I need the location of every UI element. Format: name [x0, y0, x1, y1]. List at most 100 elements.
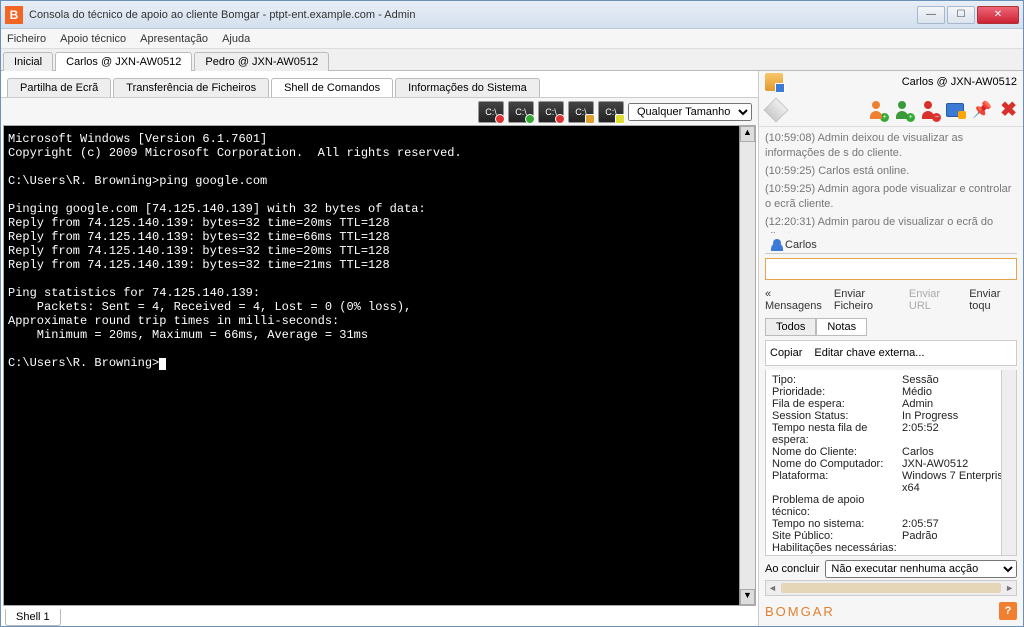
detail-key: Session Status: [772, 410, 902, 422]
detail-value: Padrão [902, 530, 1010, 542]
detail-row: Nome do Cliente:Carlos [772, 446, 1010, 458]
detail-key: Tempo nesta fila de espera: [772, 422, 902, 446]
chat-input[interactable] [765, 258, 1017, 280]
user-icon [769, 239, 781, 251]
tab-inicial[interactable]: Inicial [3, 52, 53, 71]
log-entry: (10:59:08) Admin deixou de visualizar as… [765, 131, 1017, 161]
detail-row: Prioridade:Médio [772, 386, 1010, 398]
remote-desktop-icon[interactable] [946, 103, 964, 117]
subtab-all[interactable]: Todos [765, 318, 816, 336]
menu-support[interactable]: Apoio técnico [60, 33, 126, 45]
detail-key: Fila de espera: [772, 398, 902, 410]
detail-value: JXN-AW0512 [902, 458, 1010, 470]
menu-file[interactable]: Ficheiro [7, 33, 46, 45]
detail-row: Tempo nesta fila de espera:2:05:52 [772, 422, 1010, 446]
notes-copy[interactable]: Copiar [770, 347, 802, 359]
conclude-label: Ao concluir [765, 563, 819, 575]
menubar: Ficheiro Apoio técnico Apresentação Ajud… [1, 29, 1023, 49]
detail-row: Problema de apoio técnico: [772, 494, 1010, 518]
notes-edit-key[interactable]: Editar chave externa... [814, 347, 924, 359]
log-entry: (12:20:31) Admin parou de visualizar o e… [765, 215, 1017, 233]
chat-prev-messages[interactable]: « Mensagens [765, 288, 822, 312]
detail-key: Site Público: [772, 530, 902, 542]
tab-sysinfo[interactable]: Informações do Sistema [395, 78, 540, 97]
detail-value: Admin [902, 398, 1010, 410]
menu-help[interactable]: Ajuda [222, 33, 250, 45]
tab-filetransfer[interactable]: Transferência de Ficheiros [113, 78, 269, 97]
chat-send-file[interactable]: Enviar Ficheiro [834, 288, 897, 312]
menu-presentation[interactable]: Apresentação [140, 33, 208, 45]
detail-row: Habilitações necessárias: [772, 542, 1010, 554]
log-entry: (10:59:25) Admin agora pode visualizar e… [765, 182, 1017, 212]
cursor-icon [159, 358, 166, 370]
detail-value: Sessão [902, 374, 1010, 386]
detail-key: Plataforma: [772, 470, 902, 494]
detail-key: Idioma: [772, 554, 902, 556]
shell-capture-icon[interactable]: C:\ [568, 101, 594, 123]
transfer-rep-icon[interactable]: + [868, 101, 886, 119]
details-scrollbar[interactable] [1001, 370, 1016, 555]
session-tabs: Inicial Carlos @ JXN-AW0512 Pedro @ JXN-… [1, 49, 1023, 71]
chat-actions: « Mensagens Enviar Ficheiro Enviar URL E… [759, 286, 1023, 314]
detail-value: Português (Portugal) [902, 554, 1010, 556]
detail-value [902, 494, 1010, 518]
command-toolbar: C:\ C:\ C:\ C:\ C:\ Qualquer Tamanho [1, 97, 758, 125]
terminal-output[interactable]: Microsoft Windows [Version 6.1.7601] Cop… [4, 126, 739, 605]
log-entry: (10:59:25) Carlos está online. [765, 164, 1017, 179]
detail-value: Windows 7 Enterprise x64 [902, 470, 1010, 494]
detail-row: Session Status:In Progress [772, 410, 1010, 422]
minimize-button[interactable]: — [917, 6, 945, 24]
detail-key: Tempo no sistema: [772, 518, 902, 530]
session-details: Tipo:SessãoPrioridade:MédioFila de esper… [765, 370, 1017, 556]
detail-row: Idioma:Português (Portugal) [772, 554, 1010, 556]
shell-stop-icon[interactable]: C:\ [478, 101, 504, 123]
detail-key: Prioridade: [772, 386, 902, 398]
detail-row: Fila de espera:Admin [772, 398, 1010, 410]
activity-log: (10:59:08) Admin deixou de visualizar as… [759, 127, 1023, 233]
tab-carlos[interactable]: Carlos @ JXN-AW0512 [55, 52, 192, 71]
chat-send-touch[interactable]: Enviar toqu [969, 288, 1017, 312]
size-select[interactable]: Qualquer Tamanho [628, 103, 752, 121]
detail-row: Tempo no sistema:2:05:57 [772, 518, 1010, 530]
maximize-button[interactable]: ☐ [947, 6, 975, 24]
detail-value: In Progress [902, 410, 1010, 422]
shell-record-icon[interactable]: C:\ [598, 101, 624, 123]
shell-remove-icon[interactable]: C:\ [538, 101, 564, 123]
terminal-scrollbar[interactable]: ▲▼ [739, 126, 755, 605]
close-button[interactable]: ✕ [977, 6, 1019, 24]
tab-commandshell[interactable]: Shell de Comandos [271, 78, 393, 97]
chat-user-row[interactable]: Carlos [765, 237, 1017, 254]
subtab-notes[interactable]: Notas [816, 318, 867, 336]
chat-send-url: Enviar URL [909, 288, 957, 312]
detail-key: Nome do Computador: [772, 458, 902, 470]
detail-key: Problema de apoio técnico: [772, 494, 902, 518]
end-session-icon[interactable]: ✖ [1000, 97, 1017, 122]
brand-logo: BOMGAR [765, 604, 835, 619]
detail-key: Nome do Cliente: [772, 446, 902, 458]
detail-row: Nome do Computador:JXN-AW0512 [772, 458, 1010, 470]
detail-row: Site Público:Padrão [772, 530, 1010, 542]
tool-tabs: Partilha de Ecrã Transferência de Fichei… [1, 71, 758, 97]
right-pane: Carlos @ JXN-AW0512 + + − 📌 ✖ (10:59:08)… [759, 71, 1023, 626]
conclude-select[interactable]: Não executar nenhuma acção [825, 560, 1017, 578]
detail-value: 2:05:52 [902, 422, 1010, 446]
left-pane: Partilha de Ecrã Transferência de Fichei… [1, 71, 759, 626]
detail-value: Médio [902, 386, 1010, 398]
remove-rep-icon[interactable]: − [920, 101, 938, 119]
shell-tab-1[interactable]: Shell 1 [5, 609, 61, 626]
detail-key: Habilitações necessárias: [772, 542, 902, 554]
tab-pedro[interactable]: Pedro @ JXN-AW0512 [194, 52, 329, 71]
elevate-icon[interactable] [764, 97, 789, 122]
h-scrollbar[interactable]: ◄► [765, 580, 1017, 596]
pin-icon[interactable]: 📌 [972, 100, 992, 120]
detail-key: Tipo: [772, 374, 902, 386]
titlebar: B Consola do técnico de apoio ao cliente… [1, 1, 1023, 29]
session-label: Carlos @ JXN-AW0512 [902, 76, 1017, 88]
detail-row: Plataforma:Windows 7 Enterprise x64 [772, 470, 1010, 494]
tab-screenshare[interactable]: Partilha de Ecrã [7, 78, 111, 97]
help-icon[interactable]: ? [999, 602, 1017, 620]
shell-new-icon[interactable]: C:\ [508, 101, 534, 123]
app-icon: B [5, 6, 23, 24]
share-rep-icon[interactable]: + [894, 101, 912, 119]
detail-value: Carlos [902, 446, 1010, 458]
